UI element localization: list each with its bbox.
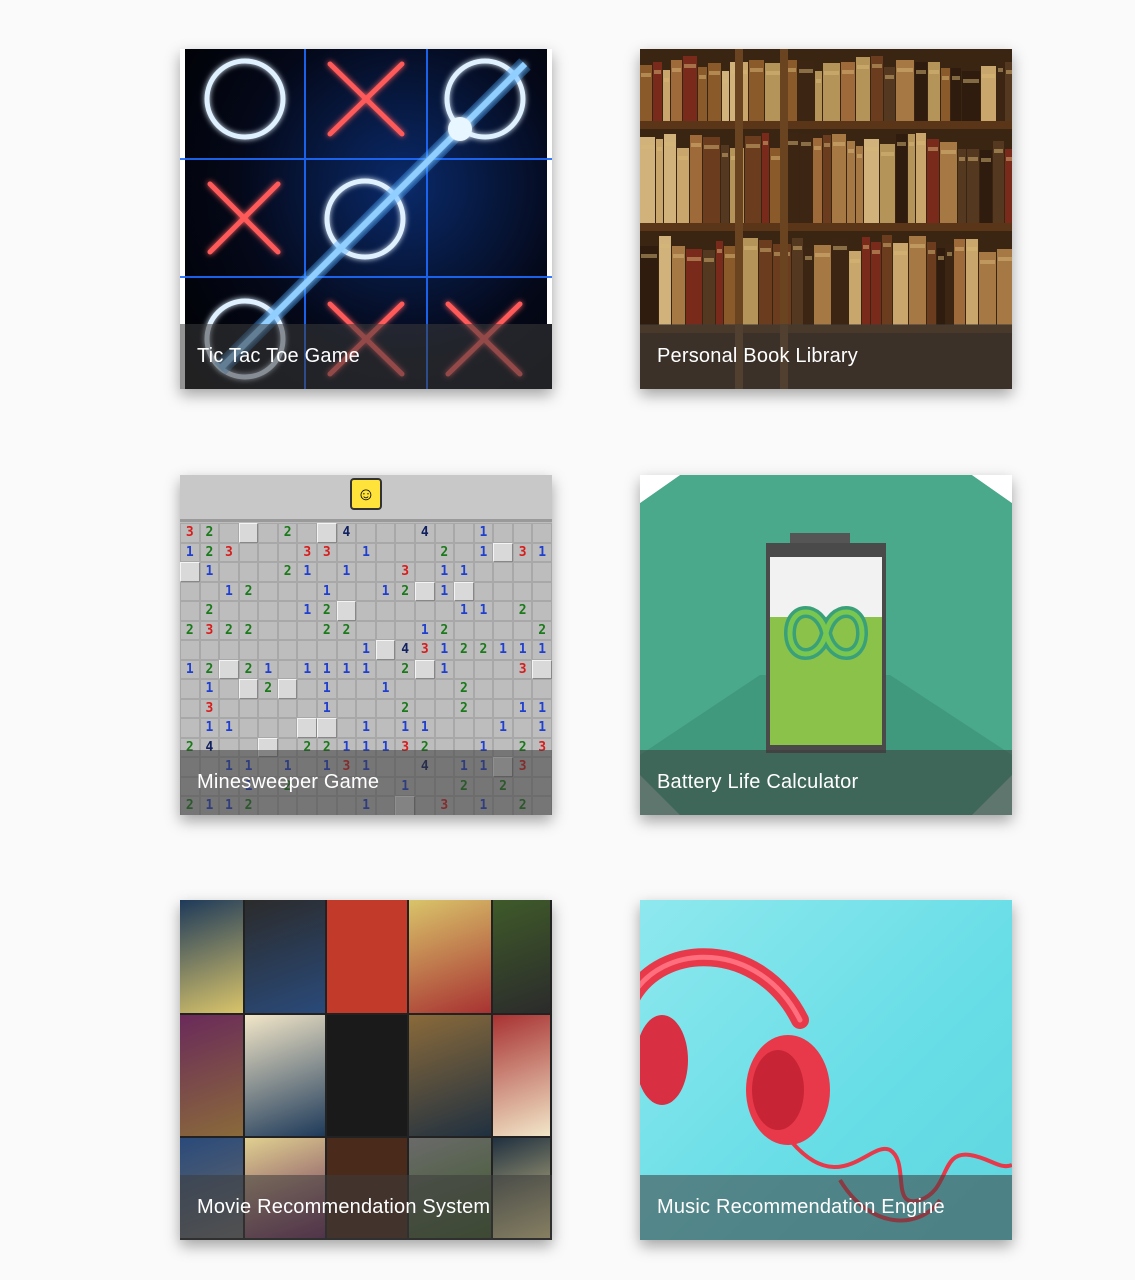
card-title: Tic Tac Toe Game (180, 324, 552, 389)
minesweeper-header: ☺ (180, 475, 552, 522)
project-card-minesweeper[interactable]: ☺ 32244112333121311211311121121212112232… (180, 475, 552, 815)
smiley-face-icon: ☺ (350, 478, 382, 510)
project-card-music[interactable]: Music Recommendation Engine (640, 900, 1012, 1240)
project-card-battery[interactable]: Battery Life Calculator (640, 475, 1012, 815)
card-title: Movie Recommendation System (180, 1175, 552, 1240)
card-title: Personal Book Library (640, 324, 1012, 389)
card-title: Battery Life Calculator (640, 750, 1012, 815)
project-card-movies[interactable]: Movie Recommendation System (180, 900, 552, 1240)
project-card-book-library[interactable]: Personal Book Library (640, 49, 1012, 389)
card-title: Minesweeper Game (180, 750, 552, 815)
project-card-tic-tac-toe[interactable]: Tic Tac Toe Game (180, 49, 552, 389)
card-title: Music Recommendation Engine (640, 1175, 1012, 1240)
project-grid: Tic Tac Toe Game Personal Book Library ☺… (0, 0, 1135, 1280)
